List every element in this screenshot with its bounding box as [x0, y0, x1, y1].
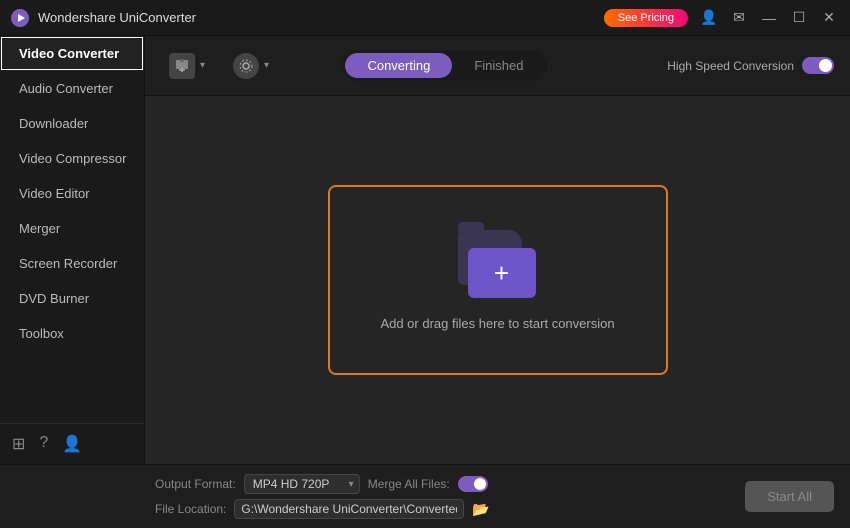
- file-location-label: File Location:: [155, 502, 226, 516]
- start-all-button[interactable]: Start All: [745, 481, 834, 512]
- merge-all-toggle[interactable]: [458, 476, 488, 492]
- sidebar-bottom: ⊞ ? 👤: [0, 423, 144, 464]
- add-files-button[interactable]: ▾: [161, 49, 213, 83]
- sidebar-item-audio-converter[interactable]: Audio Converter: [0, 71, 144, 106]
- settings-button[interactable]: ▾: [225, 49, 277, 83]
- minimize-button[interactable]: —: [758, 7, 780, 29]
- sidebar-item-screen-recorder[interactable]: Screen Recorder: [0, 246, 144, 281]
- sidebar-item-downloader[interactable]: Downloader: [0, 106, 144, 141]
- sidebar-item-toolbox[interactable]: Toolbox: [0, 316, 144, 351]
- file-location-input[interactable]: [234, 499, 464, 519]
- output-format-select[interactable]: MP4 HD 720P MP4 HD 1080P MP4 4K AVI MOV: [244, 474, 360, 494]
- folder-open-icon[interactable]: 📂: [472, 501, 489, 518]
- bottom-fields: Output Format: MP4 HD 720P MP4 HD 1080P …: [155, 474, 745, 519]
- see-pricing-button[interactable]: See Pricing: [604, 9, 688, 27]
- add-files-icon: [169, 53, 195, 79]
- main-layout: Video Converter Audio Converter Download…: [0, 36, 850, 464]
- layout-icon[interactable]: ⊞: [12, 434, 25, 454]
- toolbar-tabs: Converting Finished: [342, 50, 548, 81]
- settings-icon: [233, 53, 259, 79]
- mail-icon-button[interactable]: ✉: [728, 7, 750, 29]
- sidebar: Video Converter Audio Converter Download…: [0, 36, 145, 464]
- user-icon[interactable]: 👤: [62, 434, 82, 454]
- merge-all-label: Merge All Files:: [368, 477, 450, 491]
- content-area: ▾ ▾ Converting Finished High Speed Conve…: [145, 36, 850, 464]
- file-location-row: File Location: 📂: [155, 499, 745, 519]
- drop-zone-wrapper: + Add or drag files here to start conver…: [145, 96, 850, 464]
- app-logo: [10, 8, 30, 28]
- app-title: Wondershare UniConverter: [38, 10, 604, 25]
- help-icon[interactable]: ?: [39, 434, 48, 454]
- high-speed-toggle[interactable]: [802, 57, 834, 74]
- titlebar: Wondershare UniConverter See Pricing 👤 ✉…: [0, 0, 850, 36]
- sidebar-item-dvd-burner[interactable]: DVD Burner: [0, 281, 144, 316]
- drop-zone[interactable]: + Add or drag files here to start conver…: [328, 185, 668, 375]
- add-files-chevron: ▾: [200, 60, 205, 71]
- sidebar-item-video-editor[interactable]: Video Editor: [0, 176, 144, 211]
- tab-finished[interactable]: Finished: [452, 53, 545, 78]
- titlebar-icons: 👤 ✉ — ☐ ✕: [698, 7, 840, 29]
- toolbar-right: High Speed Conversion: [667, 57, 834, 74]
- close-button[interactable]: ✕: [818, 7, 840, 29]
- tab-converting[interactable]: Converting: [345, 53, 452, 78]
- folder-front: +: [468, 248, 536, 298]
- maximize-button[interactable]: ☐: [788, 7, 810, 29]
- folder-plus-icon: +: [494, 260, 509, 286]
- output-format-row: Output Format: MP4 HD 720P MP4 HD 1080P …: [155, 474, 745, 494]
- output-format-select-wrap[interactable]: MP4 HD 720P MP4 HD 1080P MP4 4K AVI MOV: [244, 474, 360, 494]
- sidebar-item-video-converter[interactable]: Video Converter: [0, 36, 144, 71]
- output-format-label: Output Format:: [155, 477, 236, 491]
- sidebar-item-video-compressor[interactable]: Video Compressor: [0, 141, 144, 176]
- high-speed-label: High Speed Conversion: [667, 59, 794, 73]
- folder-icon: +: [458, 230, 538, 298]
- settings-chevron: ▾: [264, 60, 269, 71]
- drop-zone-text: Add or drag files here to start conversi…: [380, 316, 614, 331]
- sidebar-item-merger[interactable]: Merger: [0, 211, 144, 246]
- bottom-bar: Output Format: MP4 HD 720P MP4 HD 1080P …: [0, 464, 850, 528]
- toolbar: ▾ ▾ Converting Finished High Speed Conve…: [145, 36, 850, 96]
- account-icon-button[interactable]: 👤: [698, 7, 720, 29]
